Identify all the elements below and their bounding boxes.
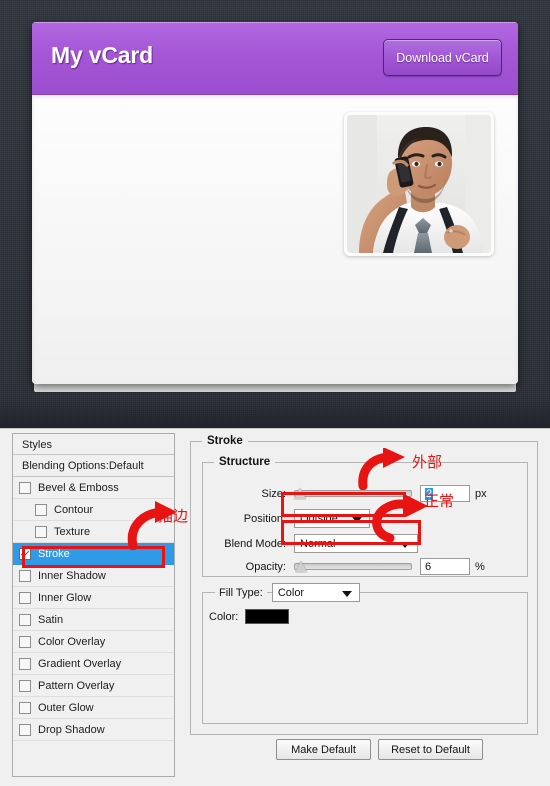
blend-mode-row: Blend Mode: Normal: [203, 534, 529, 553]
chevron-down-icon: [341, 590, 352, 597]
style-row-drop-shadow[interactable]: Drop Shadow: [13, 719, 174, 741]
checkbox-icon[interactable]: [19, 679, 31, 692]
style-row-inner-shadow[interactable]: Inner Shadow: [13, 565, 174, 587]
size-input-value: 2: [425, 488, 434, 500]
style-row-pattern-overlay[interactable]: Pattern Overlay: [13, 675, 174, 697]
checkbox-icon[interactable]: [35, 525, 47, 538]
stroke-settings-panel: Stroke Structure Size: 2 px Position: Ou…: [190, 433, 538, 777]
blend-mode-dropdown[interactable]: Normal: [294, 534, 418, 553]
style-row-label: Inner Glow: [38, 591, 92, 604]
styles-list: Bevel & Emboss Contour Texture Stroke Inner …: [13, 477, 174, 741]
checkbox-icon[interactable]: [19, 657, 31, 670]
style-row-label: Color Overlay: [38, 635, 106, 648]
style-row-outer-glow[interactable]: Outer Glow: [13, 697, 174, 719]
opacity-slider-thumb[interactable]: [294, 561, 307, 572]
fill-group: Fill Type: Color Color:: [202, 583, 528, 724]
checkbox-icon[interactable]: [19, 613, 31, 626]
position-row: Position: Outside: [203, 509, 529, 528]
size-unit: px: [475, 487, 487, 500]
stroke-group: Stroke Structure Size: 2 px Position: Ou…: [190, 435, 538, 735]
opacity-row: Opacity: 6 %: [203, 558, 529, 575]
style-row-label: Outer Glow: [38, 701, 94, 714]
checkbox-icon[interactable]: [19, 701, 31, 714]
opacity-unit: %: [475, 560, 485, 573]
style-row-label: Bevel & Emboss: [38, 481, 119, 494]
style-row-label: Pattern Overlay: [38, 679, 115, 692]
size-label: Size:: [261, 487, 286, 500]
download-vcard-button[interactable]: Download vCard: [383, 39, 502, 76]
blending-options-row[interactable]: Blending Options:Default: [13, 455, 174, 477]
style-row-inner-glow[interactable]: Inner Glow: [13, 587, 174, 609]
fill-type-dropdown-value: Color: [277, 586, 305, 599]
styles-panel: Styles Blending Options:Default Bevel & …: [12, 433, 175, 777]
style-row-color-overlay[interactable]: Color Overlay: [13, 631, 174, 653]
color-label: Color:: [209, 610, 239, 623]
color-row: Color:: [209, 609, 290, 624]
avatar-photo: [347, 115, 491, 253]
fill-type-dropdown[interactable]: Color: [271, 583, 360, 602]
fill-type-row: Fill Type: Color: [215, 583, 360, 602]
blend-mode-label: Blend Mode:: [224, 537, 286, 550]
style-row-gradient-overlay[interactable]: Gradient Overlay: [13, 653, 174, 675]
layer-style-dialog: Styles Blending Options:Default Bevel & …: [0, 428, 550, 786]
position-dropdown-value: Outside: [300, 512, 338, 525]
opacity-input[interactable]: 6: [420, 558, 470, 575]
style-row-texture[interactable]: Texture: [13, 521, 174, 543]
vcard-header: My vCard Download vCard: [32, 22, 518, 95]
position-label: Position:: [243, 512, 286, 525]
style-row-label: Stroke: [38, 547, 70, 560]
style-row-label: Drop Shadow: [38, 723, 105, 736]
style-row-label: Gradient Overlay: [38, 657, 122, 670]
checkbox-icon[interactable]: [19, 481, 31, 494]
structure-group-title: Structure: [214, 456, 276, 468]
page-title: My vCard: [51, 42, 153, 68]
checkbox-icon[interactable]: [35, 503, 47, 516]
style-row-stroke[interactable]: Stroke: [13, 543, 174, 565]
color-swatch[interactable]: [245, 609, 290, 624]
fill-type-label: Fill Type:: [215, 586, 267, 599]
chevron-down-icon: [400, 541, 410, 548]
make-default-button[interactable]: Make Default: [276, 739, 371, 760]
style-row-bevel-emboss[interactable]: Bevel & Emboss: [13, 477, 174, 499]
checkbox-icon[interactable]: [19, 569, 31, 582]
style-row-label: Texture: [54, 525, 91, 538]
style-row-label: Satin: [38, 613, 64, 626]
checkbox-icon[interactable]: [19, 723, 31, 736]
checkbox-icon[interactable]: [19, 591, 31, 604]
size-slider-thumb[interactable]: [293, 488, 306, 499]
structure-group: Structure Size: 2 px Position: Outside B…: [202, 456, 529, 577]
vcard-body: [32, 95, 518, 384]
reset-to-default-button[interactable]: Reset to Default: [378, 739, 483, 760]
opacity-slider[interactable]: [294, 561, 412, 572]
chevron-down-icon: [352, 516, 362, 523]
style-row-satin[interactable]: Satin: [13, 609, 174, 631]
style-row-contour[interactable]: Contour: [13, 499, 174, 521]
size-slider[interactable]: [293, 488, 412, 499]
stroke-group-title: Stroke: [202, 435, 248, 447]
dark-background-area: My vCard Download vCard: [0, 0, 550, 428]
style-row-label: Inner Shadow: [38, 569, 106, 582]
avatar-frame: [344, 112, 494, 256]
checkbox-icon[interactable]: [19, 547, 31, 560]
blend-mode-dropdown-value: Normal: [300, 537, 336, 550]
size-input[interactable]: 2: [420, 485, 470, 502]
checkbox-icon[interactable]: [19, 635, 31, 648]
position-dropdown[interactable]: Outside: [294, 509, 370, 528]
vcard-panel: My vCard Download vCard: [32, 22, 518, 384]
style-row-label: Contour: [54, 503, 94, 516]
size-row: Size: 2 px: [203, 485, 529, 502]
opacity-label: Opacity:: [245, 560, 286, 573]
styles-panel-header: Styles: [13, 433, 174, 455]
